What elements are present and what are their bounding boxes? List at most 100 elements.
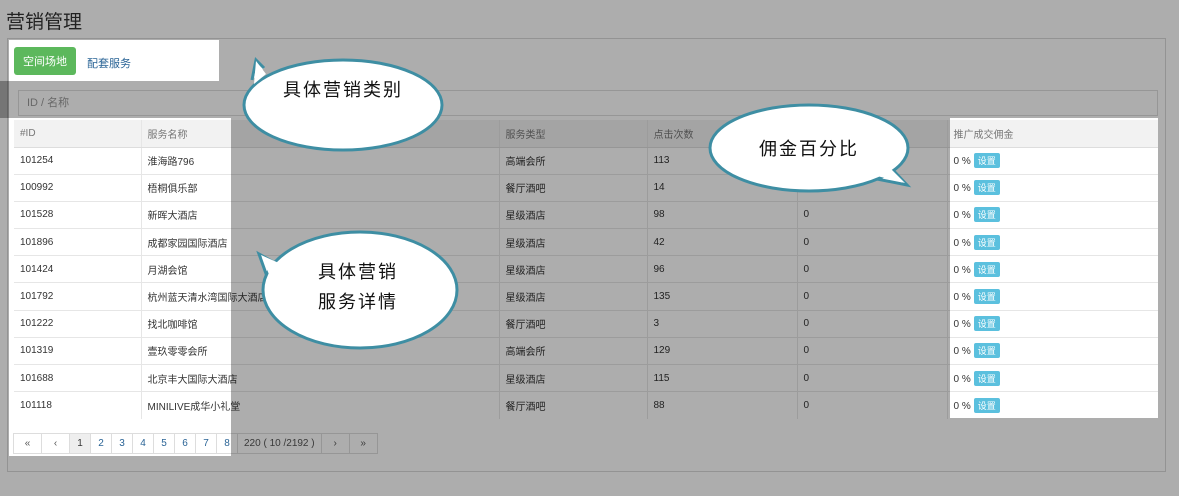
cell-commission: 0 % 设置 — [946, 336, 1158, 365]
cell-type: 餐厅酒吧 — [498, 309, 647, 338]
page-title: 营销管理 — [6, 12, 83, 33]
commission-value: 0 % — [953, 401, 971, 413]
cell-id: 101792 — [14, 282, 141, 311]
commission-value: 0 % — [953, 373, 971, 385]
cell-type: 星级酒店 — [498, 363, 647, 392]
cell-commission: 0 % 设置 — [946, 200, 1158, 229]
pagination: « ‹ 1 2 3 4 5 6 7 8 220 ( 10 /2192 ) › » — [13, 433, 378, 454]
set-commission-button[interactable]: 设置 — [973, 398, 1000, 414]
cell-id: 101528 — [14, 200, 141, 229]
page-2-button[interactable]: 2 — [90, 433, 112, 454]
commission-value: 0 % — [953, 183, 971, 195]
cell-id: 101424 — [14, 255, 141, 283]
cell-clicks: 42 — [646, 228, 797, 256]
table-row: 101528 新晖大酒店 星级酒店 98 0 0 % 设置 — [14, 200, 1158, 229]
cell-id: 101254 — [14, 146, 141, 175]
cell-type: 高端会所 — [498, 336, 647, 365]
cell-id: 101688 — [14, 363, 141, 392]
set-commission-button[interactable]: 设置 — [973, 234, 1000, 250]
cell-id: 100992 — [14, 173, 141, 202]
set-commission-button[interactable]: 设置 — [973, 261, 1000, 277]
cell-rate: 0 — [796, 255, 947, 283]
page-8-button[interactable]: 8 — [216, 433, 238, 454]
set-commission-button[interactable]: 设置 — [973, 153, 1000, 169]
header-commission[interactable]: 推广成交佣金 — [946, 120, 1158, 148]
set-commission-button[interactable]: 设置 — [973, 207, 1000, 223]
page-3-button[interactable]: 3 — [111, 433, 133, 454]
page-last-button[interactable]: » — [348, 433, 378, 454]
cell-rate: 0 — [796, 363, 947, 392]
callout-service: 具体营销 服务详情 — [256, 226, 459, 350]
cell-type: 星级酒店 — [498, 200, 647, 229]
page-1-button[interactable]: 1 — [69, 433, 91, 454]
commission-value: 0 % — [953, 210, 971, 222]
table-row: 101896 成都家园国际酒店 星级酒店 42 0 0 % 设置 — [14, 228, 1158, 256]
callout-category: 具体营销类别 — [242, 56, 444, 152]
cell-commission: 0 % 设置 — [946, 309, 1158, 338]
table-row: 101424 月湖会馆 星级酒店 96 0 0 % 设置 — [14, 255, 1158, 283]
page-5-button[interactable]: 5 — [153, 433, 175, 454]
cell-clicks: 135 — [646, 282, 797, 311]
callout-service-line1: 具体营销 — [318, 262, 398, 283]
commission-value: 0 % — [953, 237, 971, 249]
cell-rate: 0 — [796, 391, 947, 419]
cell-type: 星级酒店 — [498, 228, 647, 256]
table-row: 101222 找北咖啡馆 餐厅酒吧 3 0 0 % 设置 — [14, 309, 1158, 338]
set-commission-button[interactable]: 设置 — [973, 316, 1000, 332]
page-first-button[interactable]: « — [13, 433, 42, 454]
page-6-button[interactable]: 6 — [174, 433, 196, 454]
search-input[interactable] — [19, 91, 1157, 115]
services-table: #ID 服务名称 服务类型 点击次数 推广成交佣金 101254 淮海路796 高端… — [14, 120, 1158, 419]
commission-value: 0 % — [953, 292, 971, 304]
cell-rate: 0 — [796, 200, 947, 229]
cell-commission: 0 % 设置 — [946, 255, 1158, 283]
cell-name: 梧桐俱乐部 — [140, 173, 499, 202]
cell-rate: 0 — [796, 228, 947, 256]
callout-commission: 佣金百分比 — [707, 103, 912, 197]
table-row: 101319 壹玖零零会所 高端会所 129 0 0 % 设置 — [14, 336, 1158, 365]
table-row: 101688 北京丰大国际大酒店 星级酒店 115 0 0 % 设置 — [14, 363, 1158, 392]
cell-type: 高端会所 — [498, 146, 647, 175]
table-header-row: #ID 服务名称 服务类型 点击次数 推广成交佣金 — [14, 120, 1158, 148]
cell-type: 星级酒店 — [498, 255, 647, 283]
page-7-button[interactable]: 7 — [195, 433, 217, 454]
set-commission-button[interactable]: 设置 — [973, 180, 1000, 196]
commission-value: 0 % — [953, 156, 971, 168]
commission-value: 0 % — [953, 346, 971, 358]
header-id[interactable]: #ID — [14, 120, 141, 148]
cell-commission: 0 % 设置 — [946, 228, 1158, 256]
commission-value: 0 % — [953, 319, 971, 331]
cell-clicks: 129 — [646, 336, 797, 365]
cell-name: 北京丰大国际大酒店 — [140, 363, 499, 392]
search-box[interactable] — [18, 90, 1158, 116]
page-next-button[interactable]: › — [320, 433, 350, 454]
table-row: 101254 淮海路796 高端会所 113 0 % 设置 — [14, 146, 1158, 175]
callout-category-text: 具体营销类别 — [283, 80, 403, 101]
tab-supporting-services[interactable]: 配套服务 — [87, 55, 131, 71]
cell-rate: 0 — [796, 309, 947, 338]
page-prev-button[interactable]: ‹ — [41, 433, 70, 454]
cell-clicks: 3 — [646, 309, 797, 338]
header-type[interactable]: 服务类型 — [498, 120, 647, 148]
pagination-info: 220 ( 10 /2192 ) — [237, 433, 322, 454]
callout-commission-text: 佣金百分比 — [759, 139, 859, 160]
set-commission-button[interactable]: 设置 — [973, 343, 1000, 359]
cell-clicks: 115 — [646, 363, 797, 392]
cell-type: 餐厅酒吧 — [498, 173, 647, 202]
toolbar: 空间场地 配套服务 — [9, 40, 219, 81]
cell-commission: 0 % 设置 — [946, 173, 1158, 202]
set-commission-button[interactable]: 设置 — [973, 370, 1000, 386]
set-commission-button[interactable]: 设置 — [973, 289, 1000, 305]
table-row: 101118 MINILIVE成华小礼堂 餐厅酒吧 88 0 0 % 设置 — [14, 391, 1158, 419]
cell-id: 101896 — [14, 228, 141, 256]
callout-service-line2: 服务详情 — [318, 292, 398, 313]
cell-name: 新晖大酒店 — [140, 200, 499, 229]
cell-id: 101118 — [14, 391, 141, 419]
table-row: 100992 梧桐俱乐部 餐厅酒吧 14 0 % 设置 — [14, 173, 1158, 202]
commission-value: 0 % — [953, 264, 971, 276]
cell-commission: 0 % 设置 — [946, 363, 1158, 392]
space-venue-button[interactable]: 空间场地 — [14, 47, 76, 75]
cell-type: 餐厅酒吧 — [498, 391, 647, 419]
cell-commission: 0 % 设置 — [946, 282, 1158, 311]
page-4-button[interactable]: 4 — [132, 433, 154, 454]
